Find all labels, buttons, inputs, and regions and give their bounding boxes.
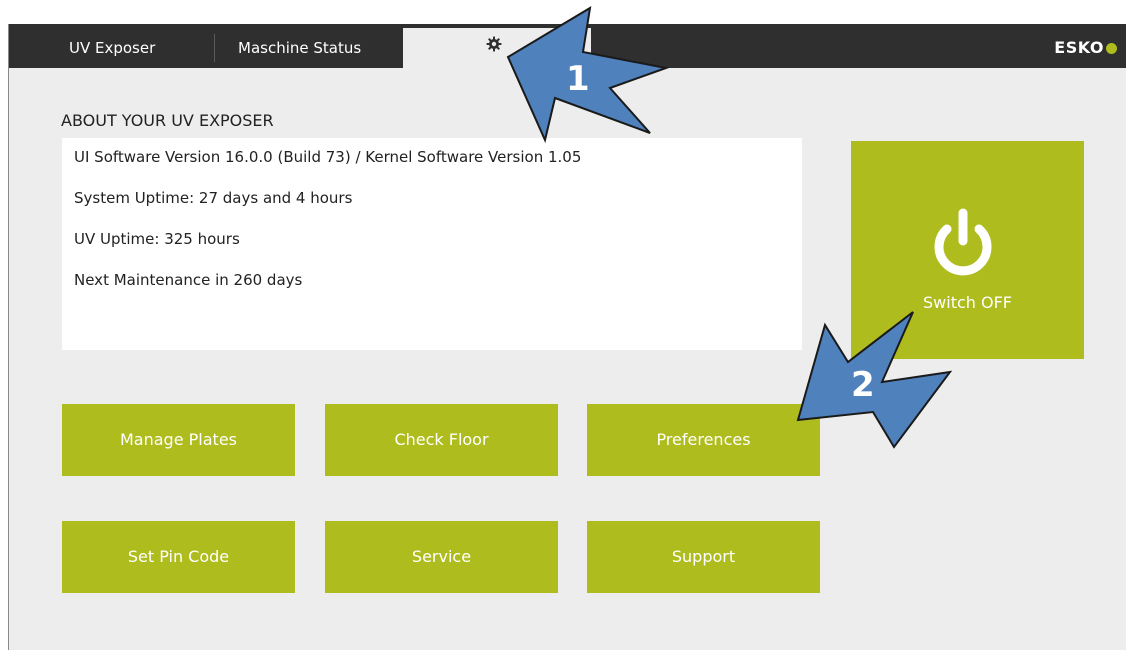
- next-maintenance-text: Next Maintenance in 260 days: [74, 271, 303, 289]
- tab-maschine-status[interactable]: Maschine Status: [238, 24, 361, 68]
- power-icon: [934, 208, 992, 276]
- gear-icon: [486, 36, 502, 52]
- esko-logo-dot-icon: [1106, 43, 1117, 54]
- manage-plates-button[interactable]: Manage Plates: [62, 404, 295, 476]
- about-info-panel: UI Software Version 16.0.0 (Build 73) / …: [62, 138, 802, 350]
- about-section-title: ABOUT YOUR UV EXPOSER: [61, 111, 274, 130]
- top-navigation-bar: UV Exposer Maschine Status ESKO: [9, 24, 1126, 68]
- system-uptime-text: System Uptime: 27 days and 4 hours: [74, 189, 353, 207]
- uv-exposer-window: UV Exposer Maschine Status ESKO ABOUT YO…: [8, 24, 1126, 650]
- software-version-text: UI Software Version 16.0.0 (Build 73) / …: [74, 148, 582, 166]
- switch-off-label: Switch OFF: [923, 293, 1012, 312]
- preferences-button[interactable]: Preferences: [587, 404, 820, 476]
- tab-separator: [214, 34, 215, 62]
- esko-logo: ESKO: [1054, 38, 1117, 57]
- service-button[interactable]: Service: [325, 521, 558, 593]
- switch-off-button[interactable]: Switch OFF: [851, 141, 1084, 359]
- support-button[interactable]: Support: [587, 521, 820, 593]
- tab-settings[interactable]: [403, 28, 591, 68]
- uv-uptime-text: UV Uptime: 325 hours: [74, 230, 240, 248]
- set-pin-code-button[interactable]: Set Pin Code: [62, 521, 295, 593]
- tab-uv-exposer[interactable]: UV Exposer: [69, 24, 155, 68]
- check-floor-button[interactable]: Check Floor: [325, 404, 558, 476]
